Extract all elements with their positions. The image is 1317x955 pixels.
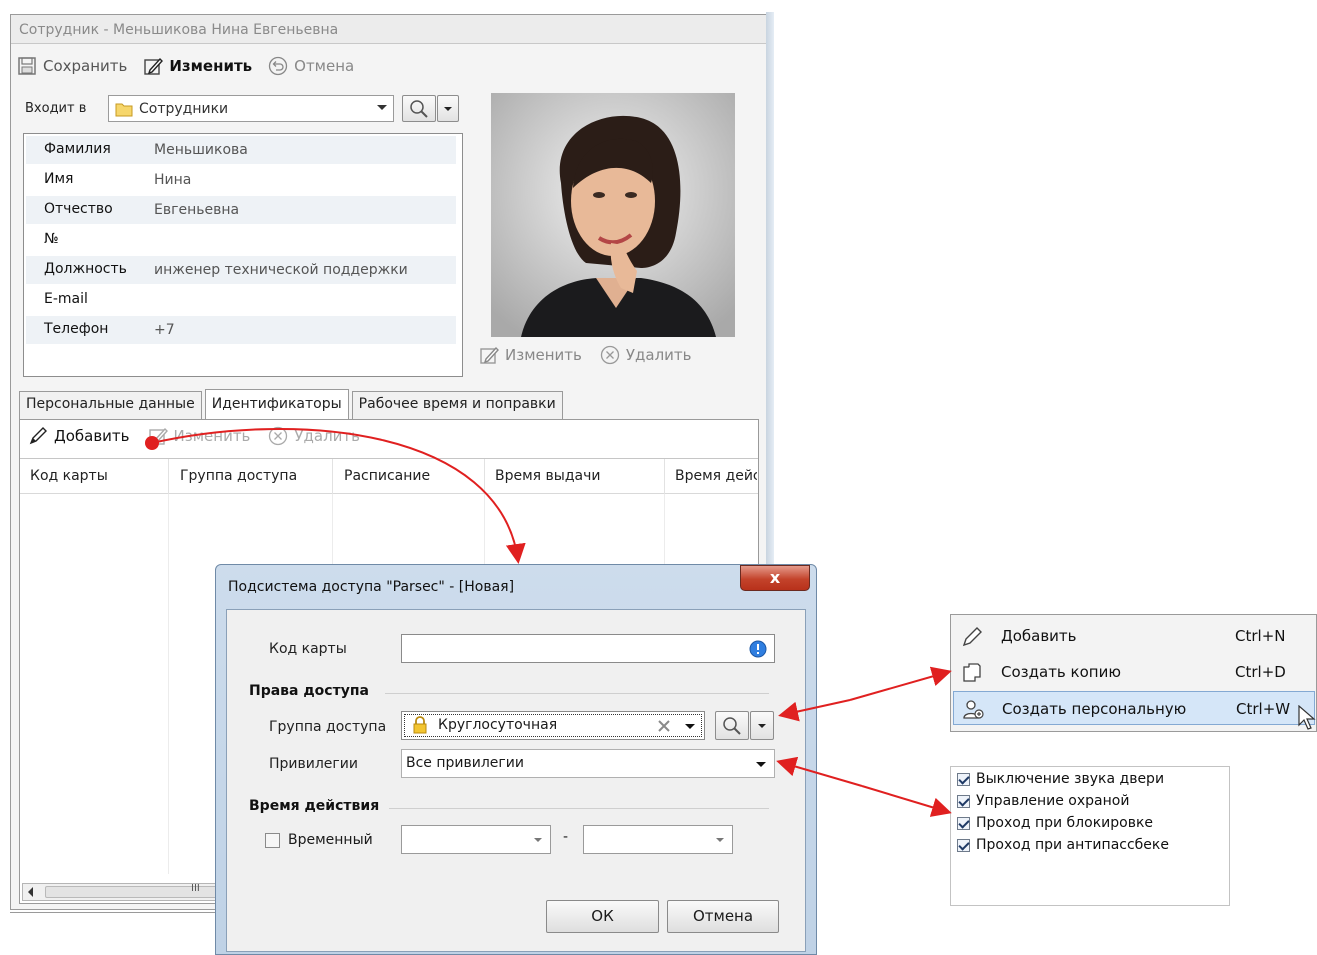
- annotation-arrow-privileges-select: [776, 756, 863, 787]
- annotation-arrow-privileges-list: [861, 785, 952, 817]
- annotation-arrow-group: [778, 699, 851, 722]
- annotation-arrows: [145, 427, 952, 817]
- annotation-arrow-menu: [849, 666, 952, 701]
- annotation-arrow-add: [151, 427, 526, 564]
